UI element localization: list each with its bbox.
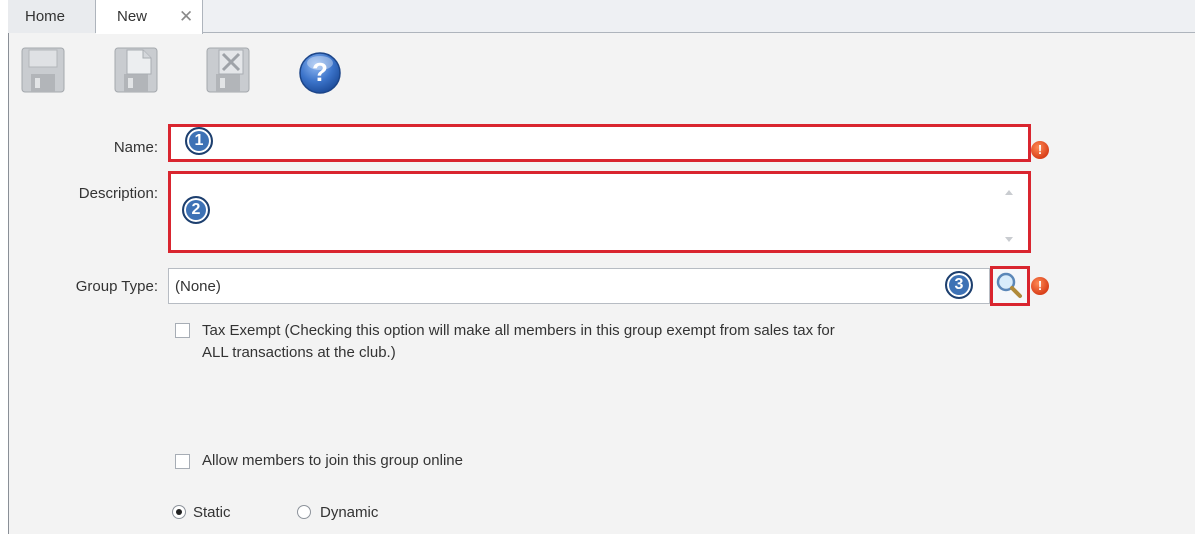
close-icon[interactable]: ✕ [179, 0, 193, 33]
dynamic-label: Dynamic [320, 504, 379, 521]
tab-home-label: Home [25, 8, 66, 25]
description-label: Description: [78, 185, 158, 202]
magnifier-icon [996, 272, 1022, 298]
required-warning-icon: ! [1031, 141, 1049, 159]
save-icon[interactable] [20, 44, 68, 96]
static-label: Static [193, 504, 231, 521]
save-copy-icon[interactable] [113, 44, 161, 96]
help-icon[interactable]: ? [297, 50, 345, 102]
tab-strip: Home New ✕ [8, 0, 1195, 34]
tab-new[interactable]: New ✕ [96, 0, 203, 34]
tab-new-label: New [117, 8, 148, 25]
required-warning-icon-2: ! [1031, 277, 1049, 295]
dynamic-radio[interactable] [297, 505, 311, 519]
tab-home[interactable]: Home [8, 0, 96, 33]
allow-online-checkbox[interactable] [175, 454, 190, 469]
static-radio[interactable] [172, 505, 186, 519]
tax-exempt-label: Tax Exempt (Checking this option will ma… [202, 320, 835, 364]
callout-badge-1: 1 [185, 127, 213, 155]
callout-badge-3: 3 [945, 271, 973, 299]
group-type-label: Group Type: [75, 278, 158, 295]
name-label: Name: [113, 139, 158, 156]
tax-exempt-checkbox[interactable] [175, 323, 190, 338]
toolbar: ? [20, 44, 420, 104]
allow-online-label: Allow members to join this group online [202, 452, 463, 469]
name-input[interactable] [168, 124, 1031, 162]
scroll-down-icon[interactable] [1005, 237, 1013, 242]
description-textarea[interactable] [168, 171, 1031, 253]
scroll-up-icon[interactable] [1005, 190, 1013, 195]
lookup-button[interactable] [990, 266, 1030, 306]
tax-exempt-label-line1: Tax Exempt (Checking this option will ma… [202, 322, 835, 339]
callout-badge-2: 2 [182, 196, 210, 224]
help-glyph: ? [312, 57, 328, 87]
group-type-value: (None) [175, 278, 221, 295]
group-type-input[interactable]: (None) [168, 268, 990, 304]
delete-icon[interactable] [205, 44, 253, 96]
tax-exempt-label-line2: ALL transactions at the club.) [202, 344, 396, 361]
